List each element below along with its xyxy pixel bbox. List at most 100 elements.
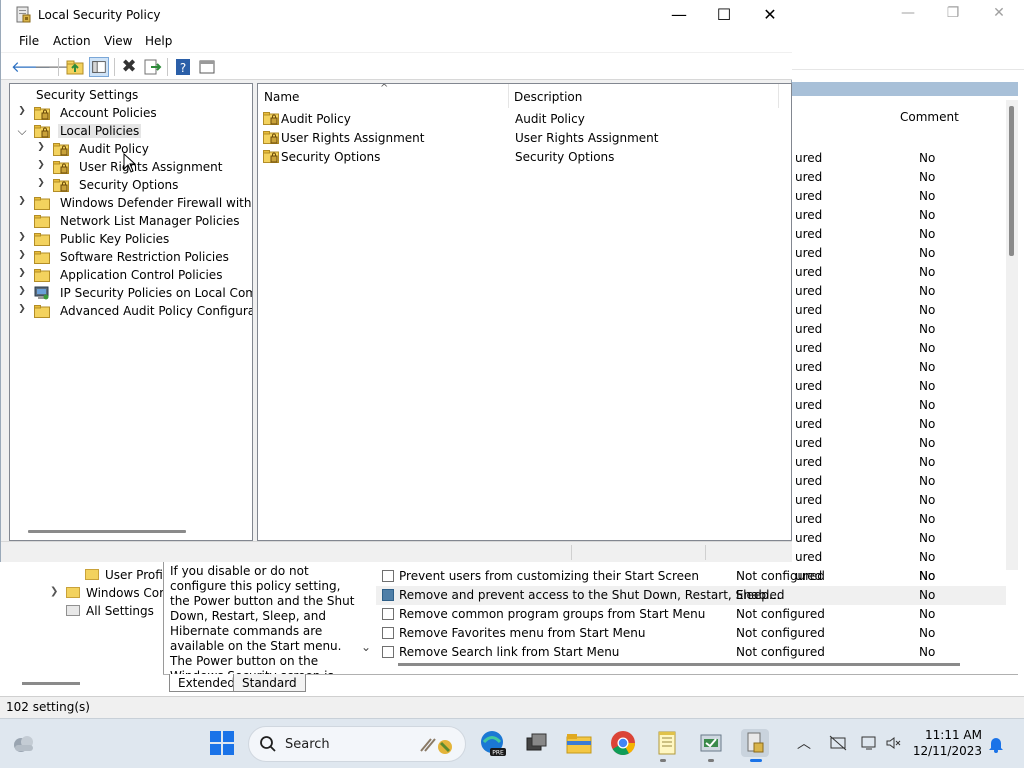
volume-muted-icon[interactable] bbox=[885, 735, 903, 751]
show-hide-console-tree-icon[interactable] bbox=[89, 57, 109, 77]
chevron-right-icon[interactable]: ❯ bbox=[16, 268, 28, 278]
policy-setting-row[interactable]: Remove common program groups from Start … bbox=[376, 605, 1006, 624]
background-minimize-icon[interactable]: — bbox=[885, 2, 931, 24]
background-setting-row[interactable]: ured No bbox=[792, 396, 1006, 415]
help-icon[interactable]: ? bbox=[173, 57, 193, 77]
chevron-right-icon[interactable]: ❯ bbox=[35, 178, 47, 188]
maximize-icon[interactable]: ☐ bbox=[701, 0, 747, 30]
file-explorer-icon[interactable] bbox=[565, 729, 593, 757]
background-setting-row[interactable]: ured No bbox=[792, 358, 1006, 377]
chevron-right-icon[interactable]: ❯ bbox=[35, 142, 47, 152]
background-setting-row[interactable]: ured No bbox=[792, 320, 1006, 339]
menu-view[interactable]: View bbox=[104, 34, 132, 48]
chevron-right-icon[interactable]: ❯ bbox=[16, 106, 28, 116]
background-setting-row[interactable]: ured No bbox=[792, 453, 1006, 472]
notepad-icon[interactable] bbox=[653, 729, 681, 757]
background-setting-row[interactable]: ured No bbox=[792, 529, 1006, 548]
chevron-right-icon[interactable]: ❯ bbox=[16, 304, 28, 314]
background-scroll-thumb[interactable] bbox=[1009, 106, 1014, 256]
tree-item-ip-security-policies[interactable]: ❯ IP Security Policies on Local Compute bbox=[10, 285, 252, 303]
background-close-icon[interactable]: ✕ bbox=[976, 2, 1022, 24]
edge-browser-icon[interactable]: PRE bbox=[478, 729, 506, 757]
delete-x-icon[interactable]: ✖ bbox=[119, 57, 139, 77]
list-row[interactable]: Security Options Security Options bbox=[258, 148, 791, 167]
tree-item-advanced-audit-policy-configuration[interactable]: ❯ Advanced Audit Policy Configuration bbox=[10, 303, 252, 321]
tree-item-user-profiles[interactable]: User Profi bbox=[85, 568, 163, 582]
menu-action[interactable]: Action bbox=[53, 34, 91, 48]
background-setting-row[interactable]: ured No bbox=[792, 339, 1006, 358]
policy-setting-row[interactable]: Prevent users from customizing their Sta… bbox=[376, 567, 1006, 586]
background-setting-row[interactable]: ured No bbox=[792, 168, 1006, 187]
list-row[interactable]: User Rights Assignment User Rights Assign… bbox=[258, 129, 791, 148]
list-row[interactable]: Audit Policy Audit Policy bbox=[258, 110, 791, 129]
background-maximize-icon[interactable]: ❐ bbox=[930, 2, 976, 24]
background-setting-row[interactable]: ured No bbox=[792, 510, 1006, 529]
local-security-policy-taskbar-icon[interactable] bbox=[741, 729, 769, 757]
tree-horizontal-scrollbar[interactable] bbox=[28, 530, 186, 533]
background-setting-row[interactable]: ured No bbox=[792, 434, 1006, 453]
chevron-up-icon[interactable]: ︿ bbox=[797, 733, 811, 753]
tree-item-account-policies[interactable]: ❯ Account Policies bbox=[10, 105, 252, 123]
column-divider[interactable] bbox=[778, 84, 779, 108]
menu-file[interactable]: File bbox=[19, 34, 39, 48]
chevron-down-icon[interactable]: ⌄ bbox=[361, 640, 371, 654]
task-view-icon[interactable] bbox=[522, 729, 550, 757]
tree-item-application-control-policies[interactable]: ❯ Application Control Policies bbox=[10, 267, 252, 285]
policy-setting-row[interactable]: Remove Favorites menu from Start Menu Not… bbox=[376, 624, 1006, 643]
forward-arrow-icon[interactable]: 🡒 bbox=[34, 57, 74, 77]
background-setting-row[interactable]: ured No bbox=[792, 225, 1006, 244]
background-setting-row[interactable]: ured No bbox=[792, 149, 1006, 168]
policy-setting-row[interactable]: Remove and prevent access to the Shut Do… bbox=[376, 586, 1006, 605]
tree-item-network-list-manager-policies[interactable]: Network List Manager Policies bbox=[10, 213, 252, 231]
tree-item-windows-components[interactable]: ❯ Windows Cor bbox=[50, 586, 164, 600]
title-bar[interactable]: Local Security Policy — ☐ ✕ bbox=[1, 0, 792, 31]
tree-item-software-restriction-policies[interactable]: ❯ Software Restriction Policies bbox=[10, 249, 252, 267]
tab-standard[interactable]: Standard bbox=[233, 674, 306, 692]
background-setting-row[interactable]: ured No bbox=[792, 472, 1006, 491]
back-arrow-icon[interactable]: 🡐 bbox=[11, 57, 51, 77]
tree-item-windows-defender-firewall[interactable]: ❯ Windows Defender Firewall with Adva bbox=[10, 195, 252, 213]
chrome-browser-icon[interactable] bbox=[609, 729, 637, 757]
background-setting-row[interactable]: ured No bbox=[792, 187, 1006, 206]
chevron-right-icon[interactable]: ❯ bbox=[35, 160, 47, 170]
chevron-right-icon[interactable]: ❯ bbox=[16, 232, 28, 242]
system-clock[interactable]: 11:11 AM 12/11/2023 bbox=[912, 727, 982, 759]
policy-editor-taskbar-icon[interactable] bbox=[697, 729, 725, 757]
column-header-name[interactable]: Name bbox=[264, 90, 299, 104]
tree-item-public-key-policies[interactable]: ❯ Public Key Policies bbox=[10, 231, 252, 249]
background-setting-row[interactable]: ured No bbox=[792, 415, 1006, 434]
local-security-policy-window[interactable]: Local Security Policy — ☐ ✕ File Action … bbox=[0, 0, 792, 562]
notification-bell-icon[interactable] bbox=[988, 735, 1004, 753]
column-divider[interactable] bbox=[508, 84, 509, 108]
export-list-icon[interactable] bbox=[142, 57, 162, 77]
background-tree-horizontal-scrollbar[interactable] bbox=[22, 682, 80, 685]
chevron-right-icon[interactable]: ❯ bbox=[16, 196, 28, 206]
weather-widget-icon[interactable] bbox=[9, 729, 37, 757]
tree-item-security-options[interactable]: ❯ Security Options bbox=[10, 177, 252, 195]
properties-window-icon[interactable] bbox=[197, 57, 217, 77]
network-disconnected-icon[interactable] bbox=[829, 735, 847, 751]
background-setting-row[interactable]: ured No bbox=[792, 491, 1006, 510]
minimize-icon[interactable]: — bbox=[656, 0, 702, 30]
background-setting-row[interactable]: ured No bbox=[792, 282, 1006, 301]
chevron-right-icon[interactable]: ❯ bbox=[16, 250, 28, 260]
up-folder-icon[interactable] bbox=[65, 57, 85, 77]
background-setting-row[interactable]: ured No bbox=[792, 206, 1006, 225]
chevron-right-icon[interactable]: ❯ bbox=[16, 286, 28, 296]
comment-column-header[interactable]: Comment bbox=[900, 110, 960, 124]
background-setting-row[interactable]: ured No bbox=[792, 244, 1006, 263]
tree-root-security-settings[interactable]: Security Settings bbox=[10, 87, 252, 105]
background-setting-row[interactable]: ured No bbox=[792, 301, 1006, 320]
display-icon[interactable] bbox=[860, 735, 878, 751]
column-header-description[interactable]: Description bbox=[514, 90, 582, 104]
start-windows-icon[interactable] bbox=[208, 729, 236, 757]
menu-help[interactable]: Help bbox=[145, 34, 172, 48]
background-setting-row[interactable]: ured No bbox=[792, 377, 1006, 396]
taskbar-search-box[interactable]: Search bbox=[248, 726, 466, 762]
tree-item-local-policies[interactable]: ⌵ Local Policies bbox=[10, 123, 252, 141]
chevron-right-icon[interactable]: ❯ bbox=[50, 586, 58, 597]
chevron-down-icon[interactable]: ⌵ bbox=[16, 124, 28, 139]
policy-setting-row[interactable]: Remove Search link from Start Menu Not co… bbox=[376, 643, 1006, 662]
background-list-horizontal-scrollbar[interactable] bbox=[398, 663, 960, 666]
close-icon[interactable]: ✕ bbox=[747, 0, 793, 30]
